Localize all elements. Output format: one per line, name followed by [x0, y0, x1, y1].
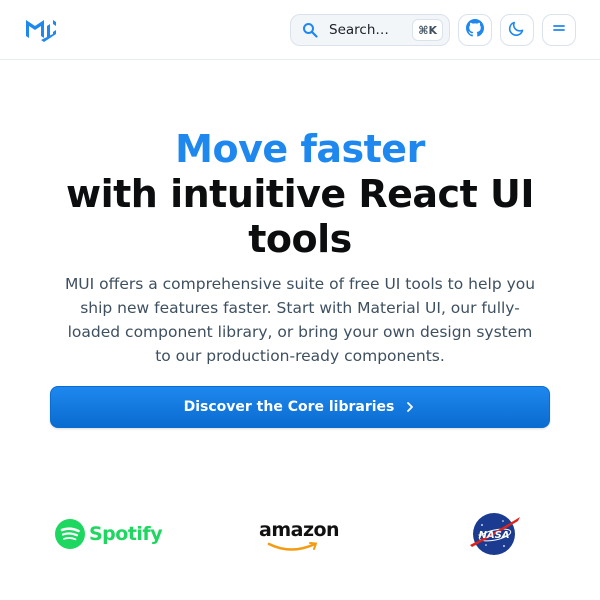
theme-toggle-button[interactable] — [500, 14, 534, 46]
cta-label: Discover the Core libraries — [183, 399, 395, 415]
hero-title-accent: Move faster — [175, 127, 425, 171]
menu-button[interactable] — [542, 14, 576, 46]
spotify-wordmark: Spotify — [89, 523, 163, 545]
hero-title: with intuitive React UI tools — [66, 172, 534, 261]
amazon-logo: amazon — [259, 519, 343, 559]
hero-description: MUI offers a comprehensive suite of free… — [64, 275, 536, 365]
hero-section: Move faster with intuitive React UI tool… — [0, 60, 600, 368]
amazon-wordmark: amazon — [259, 519, 340, 541]
nasa-logo: NASA — [468, 511, 522, 557]
search-icon — [301, 21, 319, 39]
nasa-wordmark: NASA — [478, 530, 509, 541]
moon-icon — [508, 19, 526, 41]
app-header: Search… ⌘K — [0, 0, 600, 60]
amazon-smile-icon — [267, 542, 317, 551]
search-label: Search… — [329, 22, 389, 38]
search-button[interactable]: Search… ⌘K — [290, 14, 450, 46]
spotify-icon — [55, 519, 85, 549]
discover-core-libraries-button[interactable]: Discover the Core libraries — [50, 386, 550, 428]
search-shortcut-badge: ⌘K — [412, 19, 443, 41]
menu-icon — [551, 20, 567, 40]
customer-logos: Spotify amazon NASA — [0, 505, 600, 565]
chevron-right-icon — [404, 401, 416, 413]
github-icon — [466, 19, 484, 41]
github-button[interactable] — [458, 14, 492, 46]
mui-logo-icon[interactable] — [25, 16, 57, 44]
spotify-logo: Spotify — [55, 519, 163, 549]
